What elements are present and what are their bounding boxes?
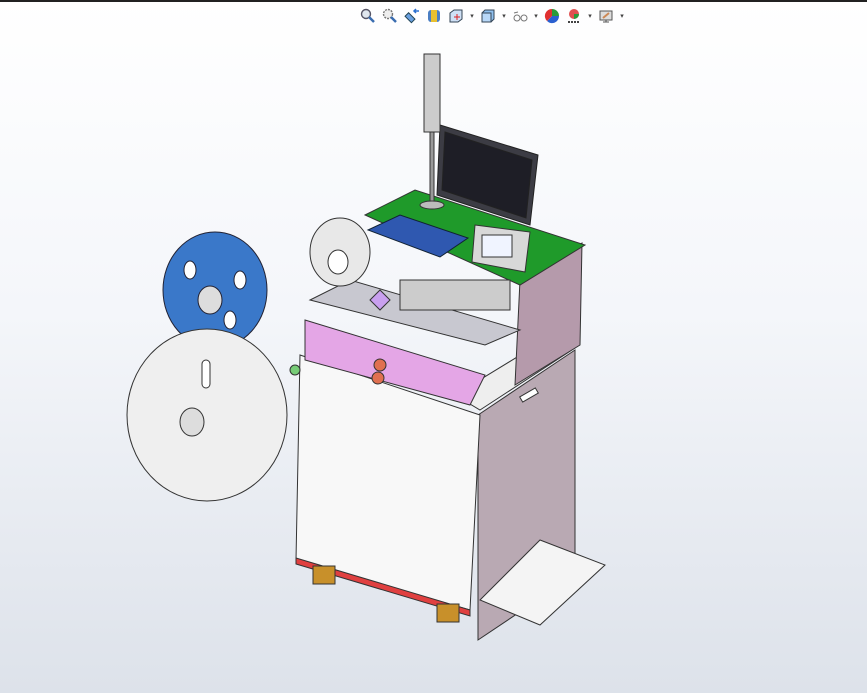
white-reel xyxy=(126,328,288,502)
upper-spool xyxy=(309,217,371,287)
cad-model-viewport[interactable] xyxy=(0,0,867,693)
